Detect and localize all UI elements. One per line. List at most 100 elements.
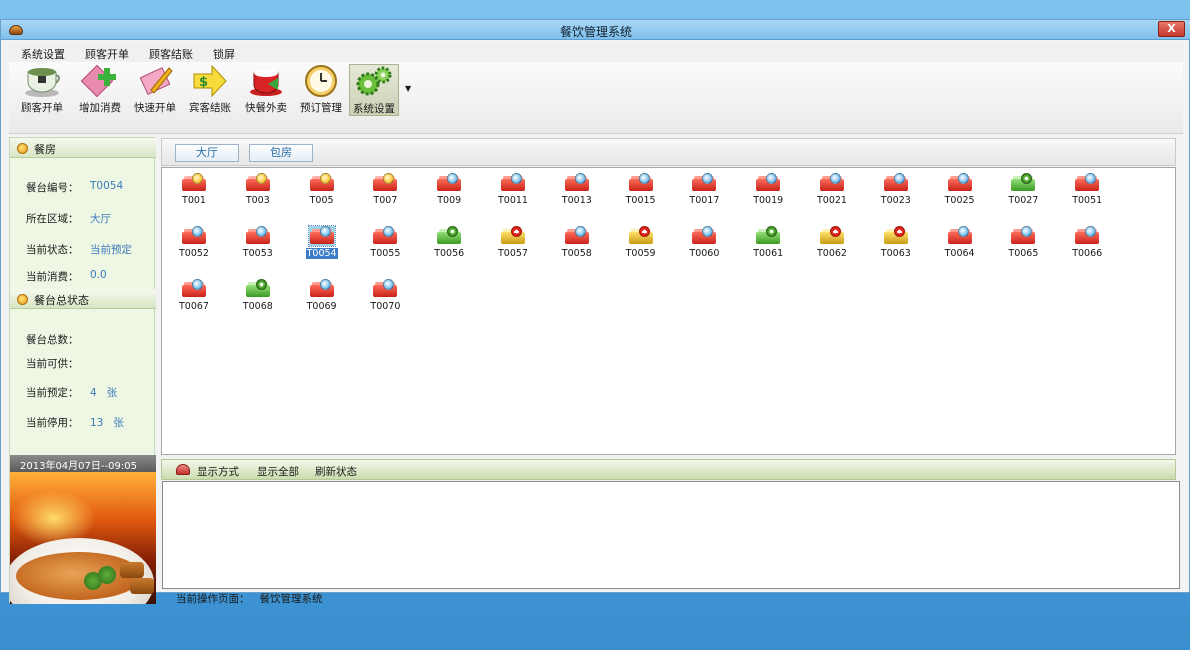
status-toolbar: 显示方式 显示全部 刷新状态 — [161, 459, 1176, 480]
table-occupied-icon — [755, 226, 781, 246]
table-label: T0070 — [370, 301, 401, 312]
table-stopped-icon — [819, 226, 845, 246]
table-stopped-icon — [500, 226, 526, 246]
table-free-icon — [691, 226, 717, 246]
table-free-icon — [436, 173, 462, 193]
table-T005[interactable]: T005 — [297, 171, 347, 213]
state-value: 当前预定 — [90, 244, 132, 256]
table-label: T0027 — [1008, 195, 1039, 206]
tab-private-room[interactable]: 包房 — [249, 144, 313, 162]
tea-cup-icon — [22, 64, 62, 98]
table-label: T0069 — [306, 301, 337, 312]
gears-icon — [354, 65, 394, 99]
table-free-icon — [181, 279, 207, 299]
table-free-icon — [500, 173, 526, 193]
system-settings-label: 系统设置 — [353, 103, 395, 115]
table-T0019[interactable]: T0019 — [743, 171, 793, 213]
table-free-icon — [564, 173, 590, 193]
table-T0059[interactable]: T0059 — [616, 224, 666, 266]
table-free-icon — [947, 226, 973, 246]
table-T003[interactable]: T003 — [233, 171, 283, 213]
table-T0015[interactable]: T0015 — [616, 171, 666, 213]
table-T0055[interactable]: T0055 — [360, 224, 410, 266]
checkout-icon: $ — [190, 64, 230, 98]
open-order-button[interactable]: 顾客开单 — [17, 64, 67, 116]
consume-label: 当前消费： — [26, 271, 79, 283]
table-T0027[interactable]: T0027 — [998, 171, 1048, 213]
table-free-icon — [755, 173, 781, 193]
takeout-button[interactable]: 快餐外卖 — [241, 64, 291, 116]
table-T0066[interactable]: T0066 — [1062, 224, 1112, 266]
table-T0021[interactable]: T0021 — [807, 171, 857, 213]
table-T0061[interactable]: T0061 — [743, 224, 793, 266]
quick-open-button[interactable]: 快速开单 — [130, 64, 180, 116]
table-free-icon — [947, 173, 973, 193]
table-T0052[interactable]: T0052 — [169, 224, 219, 266]
table-T0051[interactable]: T0051 — [1062, 171, 1112, 213]
show-all-button[interactable]: 显示全部 — [257, 464, 299, 479]
table-free-icon — [628, 173, 654, 193]
table-reserved-icon — [309, 173, 335, 193]
system-settings-button[interactable]: 系统设置 — [349, 64, 399, 116]
table-label: T0051 — [1072, 195, 1103, 206]
table-no-value: T0054 — [90, 180, 124, 192]
table-T007[interactable]: T007 — [360, 171, 410, 213]
display-mode-button[interactable]: 显示方式 — [197, 464, 239, 479]
table-T0011[interactable]: T0011 — [488, 171, 538, 213]
reservation-button[interactable]: 预订管理 — [296, 64, 346, 116]
menu-lock-screen[interactable]: 锁屏 — [201, 44, 243, 62]
checkout-label: 宾客结账 — [189, 102, 231, 114]
refresh-status-button[interactable]: 刷新状态 — [315, 464, 357, 479]
summary-header: 餐台总状态 — [10, 289, 156, 309]
table-T0058[interactable]: T0058 — [552, 224, 602, 266]
table-free-icon — [245, 226, 271, 246]
menu-customer-open[interactable]: 顾客开单 — [73, 44, 137, 62]
table-T0062[interactable]: T0062 — [807, 224, 857, 266]
table-T0065[interactable]: T0065 — [998, 224, 1048, 266]
menu-system-settings[interactable]: 系统设置 — [9, 44, 73, 62]
current-page-value: 餐饮管理系统 — [259, 593, 323, 605]
add-consume-label: 增加消费 — [79, 102, 121, 114]
tab-hall[interactable]: 大厅 — [175, 144, 239, 162]
add-consume-button[interactable]: 增加消费 — [75, 64, 125, 116]
table-T0064[interactable]: T0064 — [935, 224, 985, 266]
table-T0054[interactable]: T0054 — [297, 224, 347, 266]
table-T0053[interactable]: T0053 — [233, 224, 283, 266]
table-T0056[interactable]: T0056 — [424, 224, 474, 266]
table-label: T0023 — [880, 195, 911, 206]
table-T0069[interactable]: T0069 — [297, 277, 347, 319]
stopped-label: 当前停用： — [26, 417, 79, 429]
table-label: T0063 — [880, 248, 911, 259]
table-T0063[interactable]: T0063 — [871, 224, 921, 266]
table-T0070[interactable]: T0070 — [360, 277, 410, 319]
info-consume: 当前消费： 0.0 — [26, 269, 107, 284]
table-T0068[interactable]: T0068 — [233, 277, 283, 319]
table-free-icon — [1074, 173, 1100, 193]
close-button[interactable]: X — [1158, 21, 1185, 37]
table-T009[interactable]: T009 — [424, 171, 474, 213]
table-T001[interactable]: T001 — [169, 171, 219, 213]
table-T0057[interactable]: T0057 — [488, 224, 538, 266]
info-state: 当前状态： 当前预定 — [26, 242, 132, 257]
table-T0025[interactable]: T0025 — [935, 171, 985, 213]
table-free-icon — [819, 173, 845, 193]
table-stopped-icon — [883, 226, 909, 246]
stopped-unit: 张 — [113, 417, 124, 429]
toolbar-dropdown-icon[interactable]: ▼ — [405, 84, 411, 93]
table-stopped-icon — [628, 226, 654, 246]
checkout-button[interactable]: $ 宾客结账 — [185, 64, 235, 116]
table-T0013[interactable]: T0013 — [552, 171, 602, 213]
info-total: 餐台总数： — [26, 332, 79, 347]
table-T0023[interactable]: T0023 — [871, 171, 921, 213]
table-T0060[interactable]: T0060 — [679, 224, 729, 266]
table-T0067[interactable]: T0067 — [169, 277, 219, 319]
room-header-label: 餐房 — [34, 143, 56, 156]
table-label: T0055 — [370, 248, 401, 259]
table-T0017[interactable]: T0017 — [679, 171, 729, 213]
quick-open-label: 快速开单 — [134, 102, 176, 114]
menu-customer-checkout[interactable]: 顾客结账 — [137, 44, 201, 62]
table-free-icon — [309, 279, 335, 299]
table-free-icon — [691, 173, 717, 193]
takeout-icon — [246, 64, 286, 98]
table-free-icon — [883, 173, 909, 193]
